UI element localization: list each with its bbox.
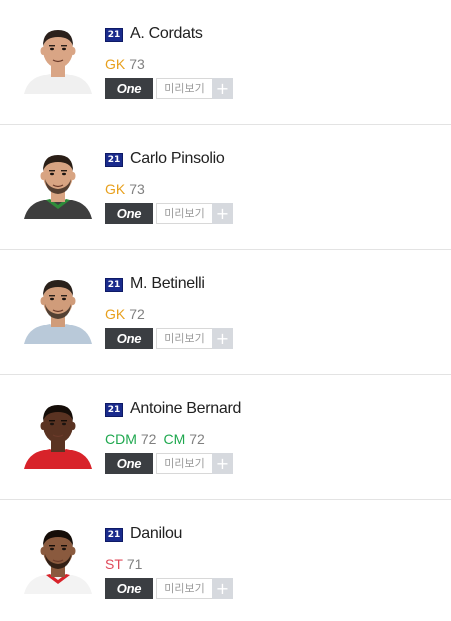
- player-avatar[interactable]: [20, 18, 96, 94]
- position-code: GK: [105, 56, 126, 72]
- position-code: GK: [105, 181, 126, 197]
- season-badge: 21: [105, 278, 123, 292]
- position-code: CDM: [105, 431, 137, 447]
- player-row: 21 Carlo Pinsolio GK 73 One 미리보기 +: [0, 125, 451, 250]
- position-ovr: 72: [189, 431, 205, 447]
- player-row: 21 Antoine Bernard CDM 72 CM 72 One 미리보기 +: [0, 375, 451, 500]
- player-list: 21 A. Cordats GK 73 One 미리보기 + 21 Carlo P…: [0, 0, 451, 621]
- player-name[interactable]: Antoine Bernard: [130, 399, 241, 419]
- player-name[interactable]: Carlo Pinsolio: [130, 149, 225, 169]
- add-button[interactable]: +: [212, 203, 233, 224]
- player-avatar[interactable]: [20, 143, 96, 219]
- season-badge: 21: [105, 403, 123, 417]
- one-button[interactable]: One: [105, 78, 153, 99]
- player-avatar[interactable]: [20, 268, 96, 344]
- player-name[interactable]: M. Betinelli: [130, 274, 205, 294]
- preview-button[interactable]: 미리보기: [156, 578, 213, 599]
- season-badge: 21: [105, 528, 123, 542]
- preview-button[interactable]: 미리보기: [156, 78, 213, 99]
- add-button[interactable]: +: [212, 578, 233, 599]
- season-badge: 21: [105, 153, 123, 167]
- position-group: ST 71: [105, 556, 142, 572]
- add-button[interactable]: +: [212, 453, 233, 474]
- player-positions: GK 72: [105, 305, 152, 323]
- player-portrait-icon: [24, 280, 92, 344]
- player-name[interactable]: Danilou: [130, 524, 182, 544]
- add-button[interactable]: +: [212, 78, 233, 99]
- position-group: GK 73: [105, 56, 145, 72]
- preview-button[interactable]: 미리보기: [156, 453, 213, 474]
- position-ovr: 72: [129, 306, 145, 322]
- preview-button[interactable]: 미리보기: [156, 328, 213, 349]
- player-portrait-icon: [24, 530, 92, 594]
- player-avatar[interactable]: [20, 393, 96, 469]
- position-group: CM 72: [163, 431, 204, 447]
- player-row: 21 M. Betinelli GK 72 One 미리보기 +: [0, 250, 451, 375]
- player-row: 21 A. Cordats GK 73 One 미리보기 +: [0, 0, 451, 125]
- player-portrait-icon: [24, 405, 92, 469]
- position-ovr: 73: [129, 181, 145, 197]
- player-portrait-icon: [24, 155, 92, 219]
- season-badge: 21: [105, 28, 123, 42]
- one-button[interactable]: One: [105, 578, 153, 599]
- position-group: CDM 72: [105, 431, 156, 447]
- position-group: GK 72: [105, 306, 145, 322]
- one-button[interactable]: One: [105, 203, 153, 224]
- position-code: ST: [105, 556, 123, 572]
- position-code: CM: [163, 431, 186, 447]
- position-ovr: 73: [129, 56, 145, 72]
- position-ovr: 71: [126, 556, 143, 572]
- one-button[interactable]: One: [105, 328, 153, 349]
- player-positions: GK 73: [105, 55, 152, 73]
- one-button[interactable]: One: [105, 453, 153, 474]
- position-group: GK 73: [105, 181, 145, 197]
- position-ovr: 72: [140, 431, 157, 447]
- preview-button[interactable]: 미리보기: [156, 203, 213, 224]
- position-code: GK: [105, 306, 126, 322]
- player-row: 21 Danilou ST 71 One 미리보기 +: [0, 500, 451, 621]
- add-button[interactable]: +: [212, 328, 233, 349]
- player-positions: CDM 72 CM 72: [105, 430, 212, 448]
- player-positions: GK 73: [105, 180, 152, 198]
- player-portrait-icon: [24, 30, 92, 94]
- player-positions: ST 71: [105, 555, 149, 573]
- player-name[interactable]: A. Cordats: [130, 24, 203, 44]
- player-avatar[interactable]: [20, 518, 96, 594]
